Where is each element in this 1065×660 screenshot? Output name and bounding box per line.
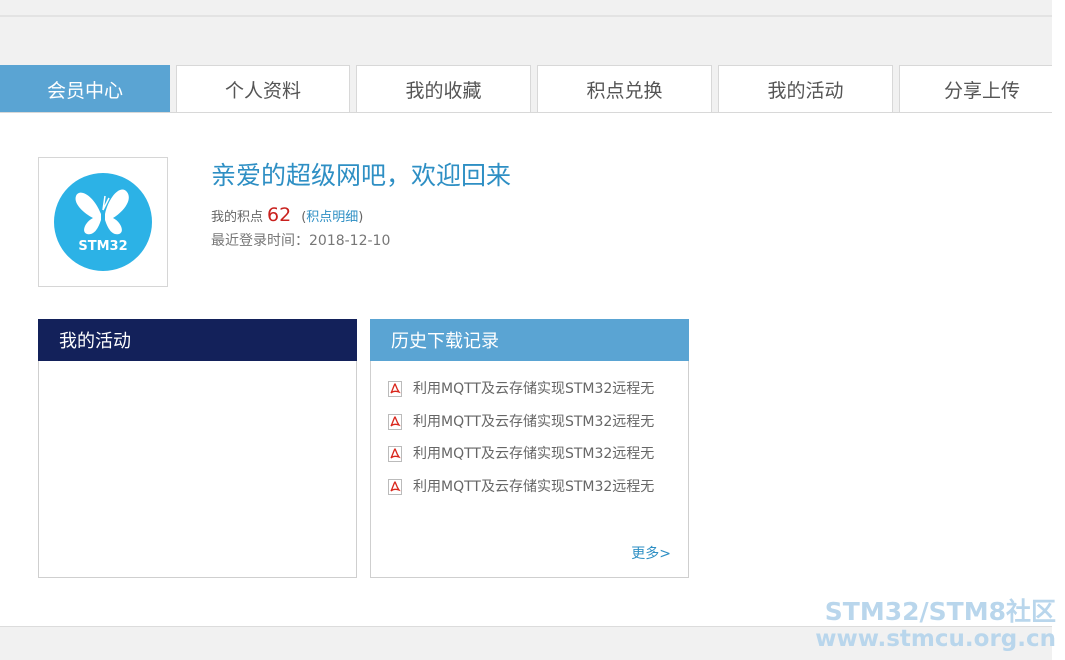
tab-bar: 会员中心 个人资料 我的收藏 积点兑换 我的活动 分享上传 [0,65,1065,113]
last-login-value: 2018-12-10 [309,233,391,249]
list-item[interactable]: 利用MQTT及云存储实现STM32远程无 [387,443,683,476]
tab-member-center[interactable]: 会员中心 [0,65,170,113]
watermark: STM32/STM8社区 www.stmcu.org.cn [815,597,1056,653]
top-divider [0,15,1052,17]
points-value: 62 [267,204,292,226]
tab-share-upload[interactable]: 分享上传 [899,65,1065,113]
last-login: 最近登录时间：2018-12-10 [211,230,390,250]
tab-points-exchange[interactable]: 积点兑换 [537,65,712,113]
list-item[interactable]: 利用MQTT及云存储实现STM32远程无 [387,476,683,509]
logo-text: STM32 [78,239,127,254]
download-list: 利用MQTT及云存储实现STM32远程无 利用MQTT及云存储实现STM32远程… [387,378,683,508]
pdf-icon [388,381,402,397]
tab-bar-divider [0,112,1065,113]
tab-my-activities[interactable]: 我的活动 [718,65,893,113]
watermark-line1: STM32/STM8社区 [824,597,1056,626]
stm32-logo-icon: STM32 [54,173,152,271]
list-item[interactable]: 利用MQTT及云存储实现STM32远程无 [387,411,683,444]
more-downloads-link[interactable]: 更多> [631,543,671,563]
pdf-icon [388,413,402,430]
download-history-panel: 历史下载记录 利用MQTT及云存储实现STM32远程无 利用MQTT及云存储实现… [370,319,689,578]
last-login-label: 最近登录时间： [211,233,309,249]
download-item-title: 利用MQTT及云存储实现STM32远程无 [413,413,655,430]
points-label: 我的积点 [211,210,264,225]
points-summary: 我的积点 62 (积点明细) [211,204,363,226]
my-activities-panel: 我的活动 [38,319,357,578]
welcome-message: 亲爱的超级网吧，欢迎回来 [211,161,512,190]
list-item[interactable]: 利用MQTT及云存储实现STM32远程无 [387,378,683,411]
tab-profile[interactable]: 个人资料 [176,65,350,113]
avatar: STM32 [38,157,168,287]
my-activities-title: 我的活动 [38,319,357,361]
download-item-title: 利用MQTT及云存储实现STM32远程无 [413,478,655,495]
watermark-line2: www.stmcu.org.cn [815,626,1056,652]
pdf-icon [388,478,402,495]
points-detail-link[interactable]: 积点明细 [306,210,358,225]
tab-favorites[interactable]: 我的收藏 [356,65,531,113]
right-margin [1052,0,1065,660]
download-history-title: 历史下载记录 [370,319,689,361]
download-item-title: 利用MQTT及云存储实现STM32远程无 [413,381,655,397]
pdf-icon [388,446,402,462]
download-item-title: 利用MQTT及云存储实现STM32远程无 [413,446,655,462]
points-link-close: ) [358,210,364,225]
